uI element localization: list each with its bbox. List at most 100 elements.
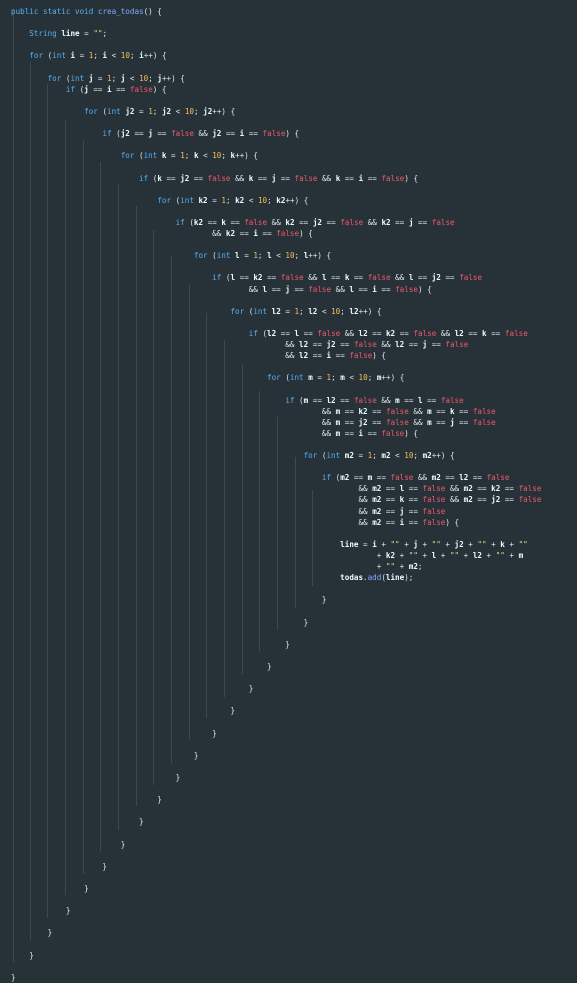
code-token: j2 — [203, 106, 213, 116]
code-token: && — [303, 273, 322, 283]
code-token: k2 — [253, 273, 263, 283]
code-token: false — [353, 340, 377, 349]
code-token: 10 — [285, 251, 295, 261]
code-token: m — [518, 550, 524, 560]
code-token: false — [390, 473, 414, 483]
code-token: "" — [477, 539, 487, 549]
code-token: add — [367, 573, 382, 583]
code-token: m2 — [408, 562, 418, 571]
code-token: int — [143, 151, 162, 161]
code-token: + — [486, 539, 501, 549]
code-token: == — [353, 284, 373, 294]
code-line: && m2 == l == false && m2 == k2 == false — [11, 483, 541, 494]
code-token: () { — [143, 7, 162, 16]
code-token: == — [235, 229, 254, 238]
code-token: ; — [111, 73, 121, 83]
code-token: == — [381, 506, 400, 516]
code-token: } — [11, 861, 108, 871]
code-token: k2 — [491, 484, 501, 494]
code-token: j2 — [161, 106, 172, 116]
code-token: line — [385, 573, 405, 583]
code-token: m2 — [344, 451, 354, 460]
code-token: todas — [340, 573, 364, 583]
code-editor[interactable]: public static void crea_todas() { String… — [0, 0, 577, 982]
code-token: for — [303, 451, 322, 460]
code-token: ; — [367, 373, 377, 383]
code-token: line — [340, 539, 359, 549]
code-token: } — [11, 661, 272, 671]
code-token: false — [381, 428, 405, 438]
code-token: m2 — [463, 484, 473, 494]
code-token: false — [207, 173, 231, 183]
code-token: == — [349, 473, 368, 483]
code-token: && — [363, 217, 382, 227]
code-token: + — [395, 550, 409, 560]
code-token: false — [385, 406, 409, 416]
code-line: && m == i == false) { — [11, 428, 418, 439]
code-token: false — [518, 495, 542, 505]
code-token: false — [317, 328, 341, 338]
code-line: } — [11, 972, 16, 983]
code-token: l2 — [454, 328, 464, 338]
code-token: == — [390, 217, 409, 227]
code-token: for — [267, 373, 286, 383]
code-token: == — [381, 517, 400, 527]
code-token: false — [431, 217, 455, 227]
code-token: && — [376, 395, 396, 405]
code-token: "" — [431, 539, 441, 549]
code-token: false — [504, 328, 528, 338]
code-line: && m2 == i == false) { — [11, 517, 459, 528]
code-token: == — [404, 517, 423, 527]
code-token: false — [440, 395, 464, 405]
code-line: } — [11, 750, 199, 761]
code-token: && — [267, 217, 286, 227]
code-token: j2 — [312, 217, 322, 227]
code-token: + — [440, 539, 455, 549]
code-token: j2 — [120, 129, 130, 139]
code-token: = — [312, 373, 327, 383]
code-line: && k2 == i == false) { — [11, 228, 313, 239]
code-token: k2 — [225, 229, 236, 238]
code-token: + — [417, 550, 432, 560]
code-token: false — [129, 84, 153, 94]
code-token: int — [326, 451, 345, 460]
code-token: "" — [449, 550, 460, 560]
code-line: } — [11, 617, 309, 628]
code-token: == — [468, 473, 487, 483]
code-token: == — [367, 328, 386, 338]
code-token: ++) { — [381, 373, 405, 383]
code-token: = — [79, 29, 94, 39]
code-token: < — [317, 306, 332, 316]
code-token: for — [157, 195, 176, 205]
code-token: == — [152, 129, 172, 139]
code-line: + "" + m2; — [11, 561, 423, 572]
code-line: for (int l = 1; l < 10; l++) { — [11, 250, 331, 261]
code-token: for — [120, 151, 140, 161]
code-token: false — [422, 506, 446, 516]
code-token: 10 — [184, 106, 194, 116]
code-token: } — [11, 684, 254, 694]
code-token: false — [340, 217, 364, 227]
code-line: } — [11, 861, 107, 872]
code-token: k2 — [385, 550, 396, 560]
code-token: && — [11, 484, 373, 494]
code-token: == — [404, 495, 423, 505]
code-token: if — [248, 328, 263, 338]
code-token: + — [395, 562, 409, 571]
code-token: == — [472, 495, 492, 505]
code-token: && — [11, 284, 263, 294]
code-token: + — [504, 539, 519, 549]
code-token: false — [308, 284, 332, 294]
code-token: == — [431, 417, 450, 427]
code-line: } — [11, 839, 126, 850]
code-token: false — [459, 273, 483, 283]
code-token: < — [271, 251, 286, 261]
code-token: == — [308, 340, 327, 349]
code-token: j2 — [491, 495, 501, 505]
code-token: l2 — [472, 550, 482, 560]
code-token: == — [326, 273, 345, 283]
